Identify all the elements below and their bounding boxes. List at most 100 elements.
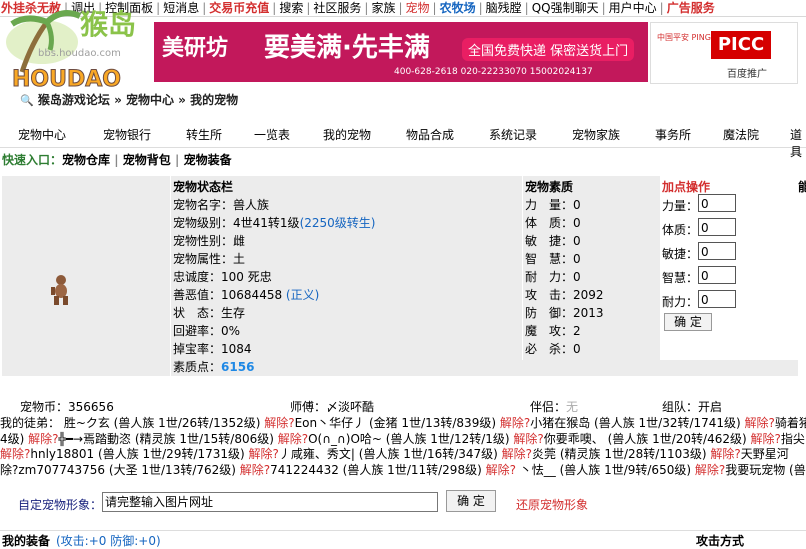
topbar-link[interactable]: 农牧场 — [440, 1, 476, 15]
add-points-input[interactable]: 0 — [698, 194, 736, 212]
disciple-line: 除?zm707743756 (大圣 1世/13转/762级) 解除?741224… — [0, 462, 806, 477]
add-points-input[interactable]: 0 — [698, 218, 736, 236]
release-disciple-link[interactable]: 解除? — [264, 416, 294, 430]
release-disciple-link[interactable]: 解除? — [502, 447, 532, 461]
equipment-stats: (攻击:+0 防御:+0) — [56, 534, 161, 548]
nav-item[interactable]: 宠物家族 — [572, 126, 620, 143]
pet-state-value: 生存 — [221, 306, 246, 320]
equipment-header: 我的装备 (攻击:+0 防御:+0) 攻击方式 — [0, 530, 806, 548]
restore-image-link[interactable]: 还原宠物形象 — [516, 496, 588, 513]
nav-item[interactable]: 转生所 — [186, 126, 222, 143]
quick-entry-label: 快速入口： — [2, 153, 63, 167]
add-points-input[interactable]: 0 — [698, 242, 736, 260]
quality-row: 力 量：0 — [525, 196, 581, 214]
master-value[interactable]: 〆淡吥酷 — [326, 400, 374, 414]
topbar-link[interactable]: 社区服务 — [313, 1, 361, 15]
banner-phones: 400-628-2618 020-22233070 15002024137 — [394, 67, 593, 77]
release-disciple-link[interactable]: 解除? — [745, 416, 775, 430]
pet-points-label: 素质点： — [173, 360, 222, 374]
quality-label: 防 御： — [525, 306, 574, 320]
quality-row: 敏 捷：0 — [525, 232, 581, 250]
release-disciple-link[interactable]: 解除? — [0, 447, 30, 461]
quality-value: 0 — [573, 216, 581, 230]
topbar-link[interactable]: 广告服务 — [667, 1, 715, 15]
pet-loyalty-row: 忠诚度：100 死忠 — [173, 268, 272, 286]
baidu-promo-label: 百度推广 — [727, 69, 767, 80]
pet-gender-label: 宠物性别： — [173, 234, 234, 248]
pet-gender-row: 宠物性别：雌 — [173, 232, 245, 250]
topbar-separator: | — [272, 1, 277, 15]
equipment-label: 我的装备 — [2, 534, 51, 548]
pet-level-total[interactable]: (2250级转生) — [300, 216, 376, 230]
nav-item[interactable]: 宠物银行 — [103, 126, 151, 143]
pet-panel: 宠物状态栏 宠物名字：兽人族 宠物级别：4世41转1级(2250级转生) 宠物性… — [2, 176, 806, 376]
release-disciple-link[interactable]: 解除? — [500, 416, 530, 430]
quality-label: 力 量： — [525, 198, 574, 212]
pet-name-row: 宠物名字：兽人族 — [173, 196, 269, 214]
disciple-line: 我的徒弟： 胜~ク玄 (兽人族 1世/26转/1352级) 解除?Eon丶华仔丿… — [0, 416, 806, 430]
status-title: 宠物状态栏 — [173, 180, 234, 194]
release-disciple-link[interactable]: 解除? — [513, 432, 543, 446]
quality-label: 智 慧： — [525, 252, 574, 266]
topbar-separator: | — [432, 1, 437, 15]
topbar-link[interactable]: 宠物 — [406, 1, 430, 15]
quality-row: 攻 击：2092 — [525, 286, 604, 304]
team-value[interactable]: 开启 — [698, 400, 722, 414]
quick-link-equipment[interactable]: 宠物装备 — [184, 153, 232, 167]
nav-item[interactable]: 魔法院 — [723, 126, 759, 143]
topbar-link[interactable]: 家族 — [371, 1, 395, 15]
add-points-confirm-button[interactable]: 确 定 — [664, 313, 712, 331]
release-disciple-link[interactable]: 解除? — [486, 463, 516, 477]
pet-drop-value: 1084 — [221, 342, 252, 356]
topbar-separator: | — [202, 1, 207, 15]
quality-row: 魔 攻：2 — [525, 322, 581, 340]
release-disciple-link[interactable]: 解除? — [249, 447, 279, 461]
pet-name-label: 宠物名字： — [173, 198, 234, 212]
pet-gender-value: 雌 — [233, 234, 246, 248]
pet-state-label: 状 态： — [173, 306, 222, 320]
release-disciple-link[interactable]: 解除? — [278, 432, 308, 446]
release-disciple-link[interactable]: 解除? — [695, 463, 725, 477]
topbar-link[interactable]: QQ强制聊天 — [532, 1, 599, 15]
add-points-input[interactable]: 0 — [698, 290, 736, 308]
topbar-link[interactable]: 短消息 — [163, 1, 199, 15]
release-disciple-link[interactable]: 解除? — [751, 432, 781, 446]
topbar-link[interactable]: 交易币充值 — [209, 1, 269, 15]
release-disciple-link[interactable]: 解除? — [240, 463, 270, 477]
nav-item[interactable]: 我的宠物 — [323, 126, 371, 143]
topbar-separator: | — [478, 1, 483, 15]
nav-item[interactable]: 一览表 — [254, 126, 290, 143]
pet-drop-label: 掉宝率： — [173, 342, 222, 356]
banner-ad[interactable]: 美研坊 要美满·先丰满 全国免费快递 保密送货上门 400-628-2618 0… — [154, 22, 648, 82]
quality-title: 宠物素质 — [525, 180, 574, 194]
topbar-link[interactable]: 搜索 — [279, 1, 303, 15]
insurance-ad[interactable]: 中国平安 PINGAN PICC 百度推广 — [650, 22, 798, 84]
nav-item[interactable]: 道具 — [790, 126, 806, 160]
pet-dodge-row: 回避率：0% — [173, 322, 240, 340]
pet-points-value: 6156 — [221, 360, 255, 374]
release-disciple-link[interactable]: 解除? — [710, 447, 740, 461]
breadcrumb-text[interactable]: 猴岛游戏论坛 » 宠物中心 » 我的宠物 — [38, 93, 238, 107]
pet-karma-label: 善恶值： — [173, 288, 222, 302]
side-column-label: 能 — [798, 180, 806, 194]
quality-panel: 宠物素质力 量：0 体 质：0 敏 捷：0 智 慧：0 耐 力：0 攻 击：2092 防 御… — [522, 176, 661, 360]
add-points-input[interactable]: 0 — [698, 266, 736, 284]
site-logo[interactable]: 猴岛 bbs.houdao.com HOUDAO — [2, 2, 152, 93]
quality-value: 2092 — [573, 288, 604, 302]
pet-level-row: 宠物级别：4世41转1级(2250级转生) — [173, 214, 375, 232]
image-url-input[interactable]: 请完整输入图片网址 — [102, 492, 438, 512]
nav-item[interactable]: 宠物中心 — [18, 126, 66, 143]
quick-link-bag[interactable]: 宠物背包 — [123, 153, 171, 167]
nav-item[interactable]: 物品合成 — [406, 126, 454, 143]
topbar-link[interactable]: 用户中心 — [609, 1, 657, 15]
pet-level-value: 4世41转1级 — [233, 216, 300, 230]
nav-item[interactable]: 事务所 — [655, 126, 691, 143]
nav-item[interactable]: 系统记录 — [489, 126, 537, 143]
quick-link-warehouse[interactable]: 宠物仓库 — [62, 153, 110, 167]
quality-value: 0 — [573, 270, 581, 284]
pet-dodge-value: 0% — [221, 324, 241, 338]
release-disciple-link[interactable]: 解除? — [28, 432, 58, 446]
logo-domain: bbs.houdao.com — [38, 48, 121, 59]
topbar-link[interactable]: 脑残膛 — [486, 1, 522, 15]
image-confirm-button[interactable]: 确 定 — [446, 490, 496, 512]
